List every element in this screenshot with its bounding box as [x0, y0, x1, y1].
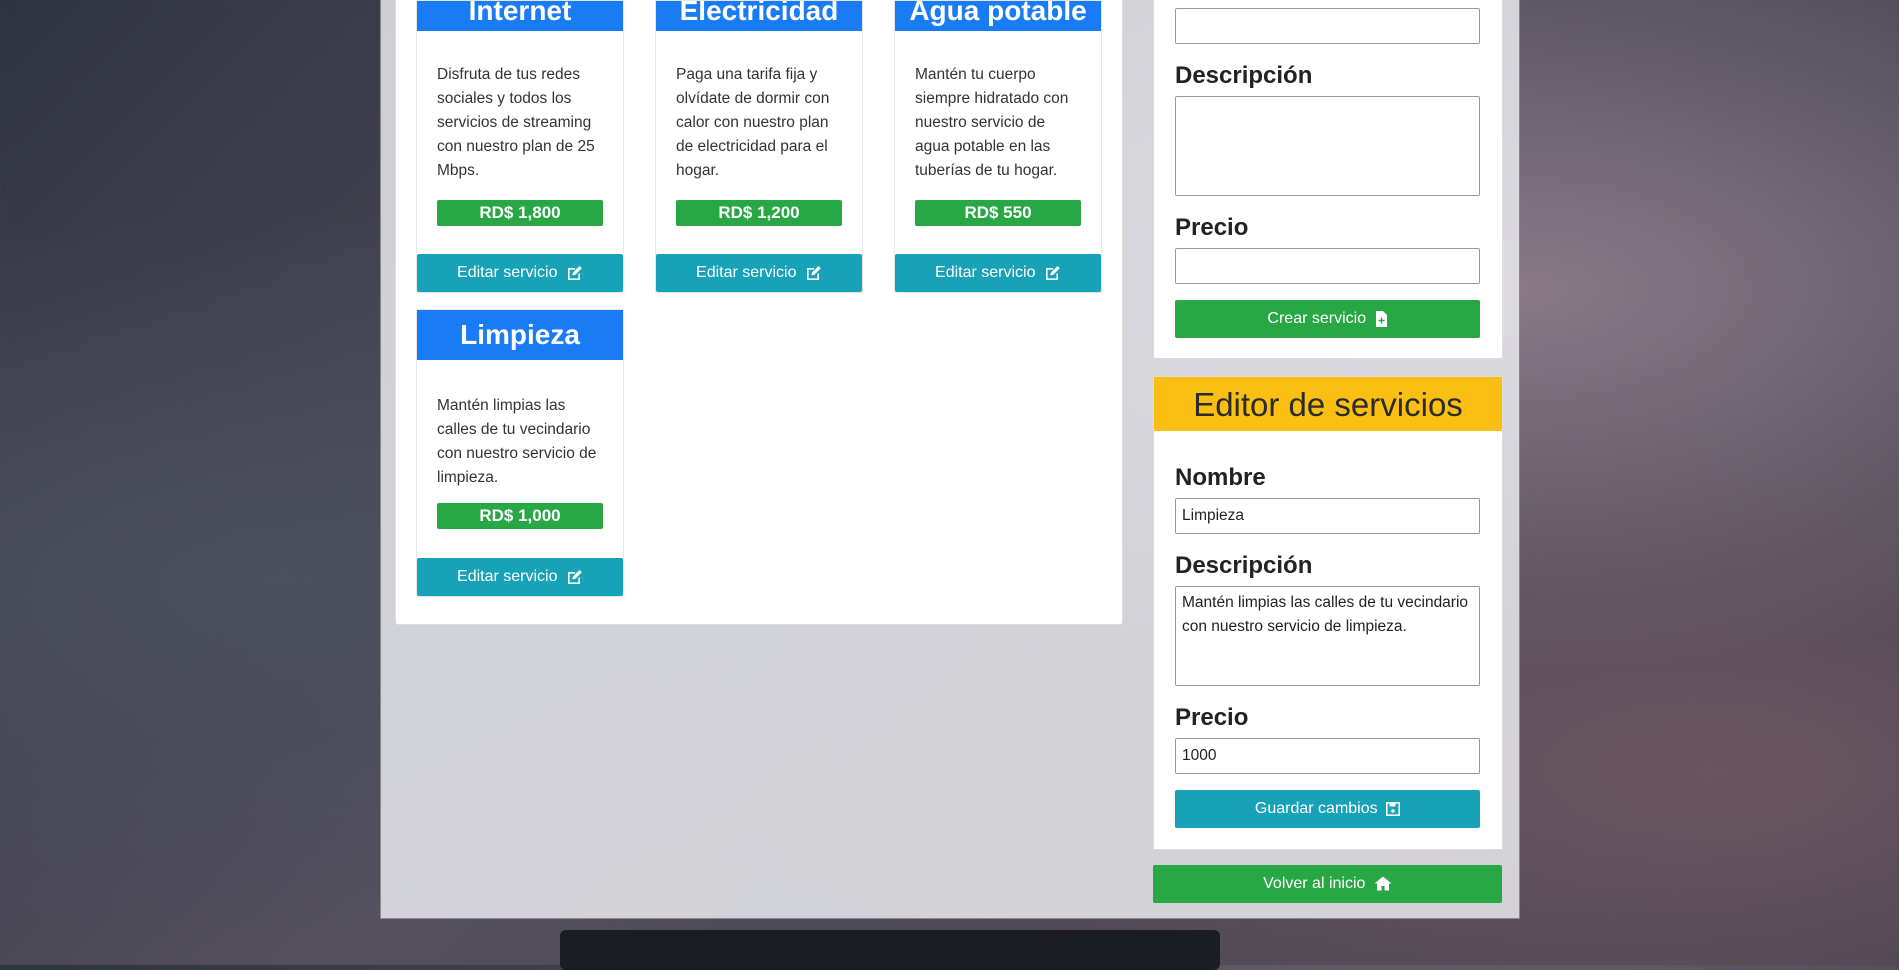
edit-service-button[interactable]: Editar servicio: [656, 254, 862, 292]
service-card-electricidad: Electricidad Paga una tarifa fija y olví…: [655, 0, 863, 293]
edit-icon: [1045, 265, 1060, 280]
service-price-badge: RD$ 1,200: [676, 200, 842, 226]
service-card-agua-potable: Agua potable Mantén tu cuerpo siempre hi…: [894, 0, 1102, 293]
edit-service-button[interactable]: Editar servicio: [417, 254, 623, 292]
save-icon: [1386, 801, 1401, 816]
service-price-badge: RD$ 550: [915, 200, 1081, 226]
service-price-badge: RD$ 1,000: [437, 503, 603, 529]
edit-service-label: Editar servicio: [696, 264, 797, 281]
price-input[interactable]: [1175, 248, 1480, 284]
service-card-title: Electricidad: [656, 1, 862, 31]
editor-name-input[interactable]: [1175, 498, 1480, 534]
edit-service-label: Editar servicio: [457, 568, 558, 585]
description-label: Descripción: [1175, 62, 1313, 89]
service-card-description: Disfruta de tus redes sociales y todos l…: [437, 66, 595, 179]
back-home-label: Volver al inicio: [1263, 875, 1366, 892]
service-card-description: Mantén limpias las calles de tu vecindar…: [437, 397, 597, 486]
editor-price-input[interactable]: [1175, 738, 1480, 774]
service-card-description: Mantén tu cuerpo siempre hidratado con n…: [915, 66, 1069, 179]
service-card-internet: Internet Disfruta de tus redes sociales …: [416, 0, 624, 293]
editor-description-textarea[interactable]: Mantén limpias las calles de tu vecindar…: [1175, 586, 1480, 686]
service-editor: Editor de servicios Nombre Descripción M…: [1153, 376, 1503, 850]
file-plus-icon: [1375, 310, 1387, 327]
service-card-limpieza: Limpieza Mantén limpias las calles de tu…: [416, 309, 624, 597]
create-service-label: Crear servicio: [1267, 310, 1367, 327]
edit-service-button[interactable]: Editar servicio: [417, 558, 623, 596]
create-service-form: Descripción Precio Crear servicio: [1153, 0, 1503, 359]
services-panel: Internet Disfruta de tus redes sociales …: [395, 0, 1123, 625]
edit-service-button[interactable]: Editar servicio: [895, 254, 1101, 292]
description-textarea[interactable]: [1175, 96, 1480, 196]
edit-icon: [806, 265, 821, 280]
name-label: Nombre: [1175, 464, 1266, 491]
description-label: Descripción: [1175, 552, 1313, 579]
service-card-description: Paga una tarifa fija y olvídate de dormi…: [676, 66, 830, 179]
edit-service-label: Editar servicio: [935, 264, 1036, 281]
service-price-badge: RD$ 1,800: [437, 200, 603, 226]
edit-icon: [567, 265, 582, 280]
home-icon: [1374, 876, 1392, 891]
price-label: Precio: [1175, 704, 1249, 731]
back-home-button[interactable]: Volver al inicio: [1153, 865, 1502, 903]
background-keyboard: [560, 930, 1220, 970]
editor-title: Editor de servicios: [1154, 377, 1502, 431]
edit-service-label: Editar servicio: [457, 264, 558, 281]
service-card-title: Agua potable: [895, 1, 1101, 31]
create-service-button[interactable]: Crear servicio: [1175, 300, 1480, 338]
save-changes-button[interactable]: Guardar cambios: [1175, 790, 1480, 828]
service-card-title: Limpieza: [417, 310, 623, 360]
price-label: Precio: [1175, 214, 1249, 241]
name-input[interactable]: [1175, 8, 1480, 44]
edit-icon: [567, 569, 582, 584]
save-changes-label: Guardar cambios: [1254, 800, 1378, 817]
service-card-title: Internet: [417, 1, 623, 31]
